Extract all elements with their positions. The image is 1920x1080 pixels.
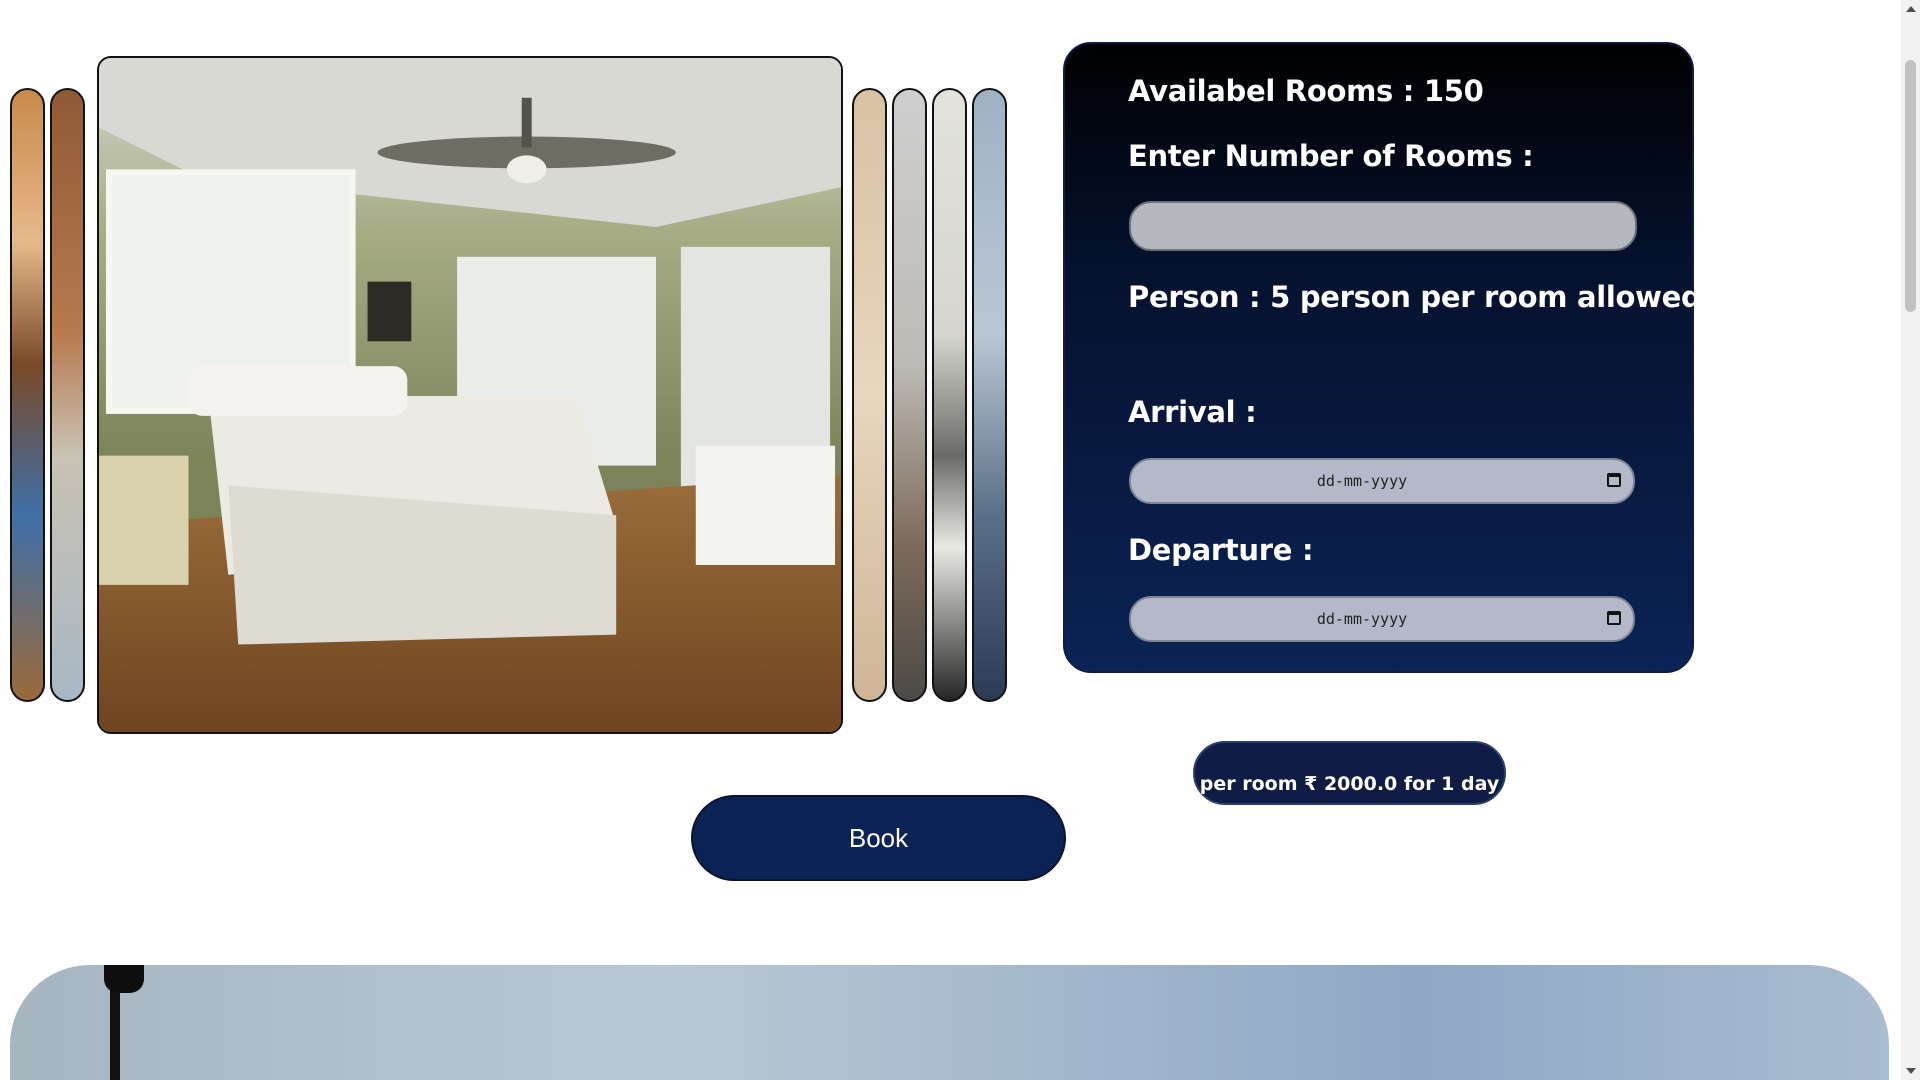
scroll-up-arrow-icon[interactable] (1906, 6, 1916, 12)
departure-date-placeholder: dd-mm-yyyy (1316, 610, 1408, 628)
booking-form-panel: Availabel Rooms : 150 Enter Number of Ro… (1063, 42, 1702, 673)
calendar-icon[interactable] (1607, 611, 1621, 625)
lamp-shade (104, 965, 144, 993)
gallery-thumb-strip[interactable] (50, 88, 85, 702)
arrival-date-placeholder: dd-mm-yyyy (1316, 472, 1408, 490)
gallery-thumb-strip[interactable] (932, 88, 967, 702)
departure-date-input[interactable]: dd-mm-yyyy (1129, 596, 1635, 642)
scroll-thumb[interactable] (1905, 60, 1916, 312)
person-limit-text: Person : 5 person per room allowed (1128, 280, 1702, 314)
book-button[interactable]: Book (691, 795, 1066, 881)
rooms-count-input[interactable] (1129, 201, 1637, 251)
scroll-down-arrow-icon[interactable] (1906, 1068, 1916, 1074)
room-booking-page: Availabel Rooms : 150 Enter Number of Ro… (0, 0, 1920, 1080)
rooms-count-label: Enter Number of Rooms : (1128, 139, 1534, 173)
price-per-room-badge: per room ₹ 2000.0 for 1 day (1193, 741, 1506, 805)
gallery-thumb-strip[interactable] (892, 88, 927, 702)
arrival-date-input[interactable]: dd-mm-yyyy (1129, 458, 1635, 504)
gallery-thumb-strip[interactable] (10, 88, 45, 702)
gallery-thumb-strip[interactable] (852, 88, 887, 702)
departure-label: Departure : (1128, 533, 1314, 567)
gallery-thumb-strip[interactable] (972, 88, 1007, 702)
available-rooms-count: Availabel Rooms : 150 (1128, 74, 1484, 108)
calendar-icon[interactable] (1607, 473, 1621, 487)
arrival-label: Arrival : (1128, 395, 1257, 429)
featured-room-photo (97, 56, 843, 734)
page-scrollbar[interactable] (1901, 0, 1920, 1080)
bottom-hero-image (10, 965, 1889, 1080)
